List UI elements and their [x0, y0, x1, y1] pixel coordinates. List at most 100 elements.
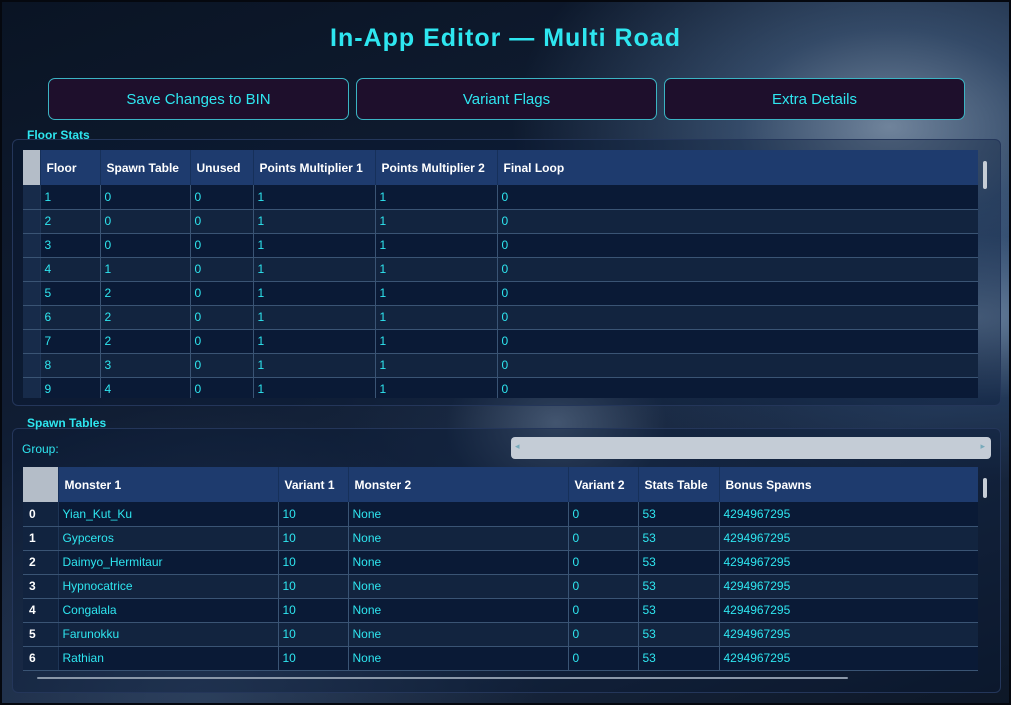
row-header[interactable] — [23, 209, 41, 234]
row-header[interactable]: 1 — [23, 526, 59, 551]
table-row[interactable]: 300110 — [23, 233, 978, 258]
row-header[interactable] — [23, 305, 41, 330]
table-cell[interactable]: Rathian — [58, 646, 279, 671]
table-cell[interactable]: 0 — [190, 305, 254, 330]
table-cell[interactable]: 0 — [100, 185, 191, 210]
table-cell[interactable]: 6 — [40, 305, 101, 330]
table-cell[interactable]: 4294967295 — [719, 550, 978, 575]
table-cell[interactable]: 1 — [375, 377, 498, 398]
table-cell[interactable]: 1 — [253, 353, 376, 378]
table-cell[interactable]: 2 — [100, 329, 191, 354]
table-cell[interactable]: 10 — [278, 646, 349, 671]
table-cell[interactable]: Gypceros — [58, 526, 279, 551]
row-header[interactable]: 3 — [23, 574, 59, 599]
table-cell[interactable]: 0 — [497, 257, 978, 282]
table-cell[interactable]: 2 — [40, 209, 101, 234]
table-cell[interactable]: 0 — [190, 377, 254, 398]
column-header[interactable]: Points Multiplier 2 — [375, 150, 498, 185]
column-header[interactable]: Bonus Spawns — [719, 467, 978, 502]
table-cell[interactable]: 3 — [100, 353, 191, 378]
table-cell[interactable]: None — [348, 598, 569, 623]
table-cell[interactable]: 10 — [278, 622, 349, 647]
table-cell[interactable]: 1 — [375, 209, 498, 234]
table-cell[interactable]: 0 — [190, 233, 254, 258]
table-cell[interactable]: None — [348, 550, 569, 575]
extra-details-button[interactable]: Extra Details — [664, 78, 965, 120]
floor-stats-scrollbar[interactable] — [983, 161, 987, 189]
table-cell[interactable]: 0 — [100, 209, 191, 234]
table-cell[interactable]: 0 — [190, 281, 254, 306]
table-cell[interactable]: 1 — [375, 233, 498, 258]
column-header[interactable]: Points Multiplier 1 — [253, 150, 376, 185]
column-header[interactable]: Monster 1 — [58, 467, 279, 502]
row-header[interactable] — [23, 329, 41, 354]
row-header[interactable] — [23, 377, 41, 398]
row-header[interactable]: 0 — [23, 502, 59, 527]
table-row[interactable]: 830110 — [23, 353, 978, 378]
group-select[interactable]: ◂ ▸ — [511, 437, 991, 459]
row-header[interactable]: 6 — [23, 646, 59, 671]
row-header[interactable]: 4 — [23, 598, 59, 623]
table-row[interactable]: 100110 — [23, 185, 978, 210]
table-row[interactable]: 940110 — [23, 377, 978, 398]
table-row[interactable]: 620110 — [23, 305, 978, 330]
table-row[interactable]: 200110 — [23, 209, 978, 234]
table-cell[interactable]: 53 — [638, 526, 720, 551]
table-cell[interactable]: 53 — [638, 550, 720, 575]
table-cell[interactable]: 0 — [497, 353, 978, 378]
table-cell[interactable]: 1 — [253, 209, 376, 234]
table-cell[interactable]: 0 — [190, 353, 254, 378]
table-cell[interactable]: 53 — [638, 622, 720, 647]
row-header[interactable]: 2 — [23, 550, 59, 575]
table-cell[interactable]: 53 — [638, 574, 720, 599]
table-cell[interactable]: 5 — [40, 281, 101, 306]
table-cell[interactable]: Farunokku — [58, 622, 279, 647]
table-cell[interactable]: 9 — [40, 377, 101, 398]
table-cell[interactable]: 10 — [278, 598, 349, 623]
table-cell[interactable]: 4 — [40, 257, 101, 282]
table-cell[interactable]: 4 — [100, 377, 191, 398]
table-cell[interactable]: 0 — [497, 185, 978, 210]
column-header[interactable]: Spawn Table — [100, 150, 191, 185]
table-cell[interactable]: 53 — [638, 502, 720, 527]
table-cell[interactable]: 1 — [253, 305, 376, 330]
table-cell[interactable]: 1 — [375, 185, 498, 210]
table-cell[interactable]: 53 — [638, 646, 720, 671]
table-cell[interactable]: 1 — [253, 185, 376, 210]
table-row[interactable]: 4 Congalala 10 None 0 53 4294967295 — [23, 598, 978, 623]
column-header[interactable]: Unused — [190, 150, 254, 185]
table-cell[interactable]: 0 — [497, 329, 978, 354]
table-corner[interactable] — [23, 467, 59, 502]
table-cell[interactable]: Congalala — [58, 598, 279, 623]
table-cell[interactable]: 1 — [253, 257, 376, 282]
column-header[interactable]: Variant 1 — [278, 467, 349, 502]
table-row[interactable]: 5 Farunokku 10 None 0 53 4294967295 — [23, 622, 978, 647]
table-cell[interactable]: Yian_Kut_Ku — [58, 502, 279, 527]
table-cell[interactable]: 3 — [40, 233, 101, 258]
table-cell[interactable]: 0 — [568, 526, 639, 551]
column-header[interactable]: Floor — [40, 150, 101, 185]
table-cell[interactable]: None — [348, 622, 569, 647]
table-cell[interactable]: 4294967295 — [719, 526, 978, 551]
row-header[interactable] — [23, 281, 41, 306]
table-cell[interactable]: 4294967295 — [719, 502, 978, 527]
table-cell[interactable]: 0 — [568, 574, 639, 599]
table-row[interactable]: 3 Hypnocatrice 10 None 0 53 4294967295 — [23, 574, 978, 599]
table-row[interactable]: 6 Rathian 10 None 0 53 4294967295 — [23, 646, 978, 671]
table-cell[interactable]: 0 — [568, 550, 639, 575]
table-cell[interactable]: 0 — [190, 257, 254, 282]
table-cell[interactable]: None — [348, 574, 569, 599]
table-cell[interactable]: 8 — [40, 353, 101, 378]
table-row[interactable]: 720110 — [23, 329, 978, 354]
table-cell[interactable]: 0 — [568, 502, 639, 527]
row-header[interactable] — [23, 257, 41, 282]
table-cell[interactable]: 0 — [497, 377, 978, 398]
table-cell[interactable]: 10 — [278, 502, 349, 527]
table-cell[interactable]: 0 — [568, 598, 639, 623]
table-cell[interactable]: 0 — [190, 185, 254, 210]
table-cell[interactable]: Hypnocatrice — [58, 574, 279, 599]
spawn-tables-hscrollbar[interactable] — [37, 677, 848, 679]
table-cell[interactable]: 10 — [278, 550, 349, 575]
table-cell[interactable]: 4294967295 — [719, 622, 978, 647]
column-header[interactable]: Variant 2 — [568, 467, 639, 502]
